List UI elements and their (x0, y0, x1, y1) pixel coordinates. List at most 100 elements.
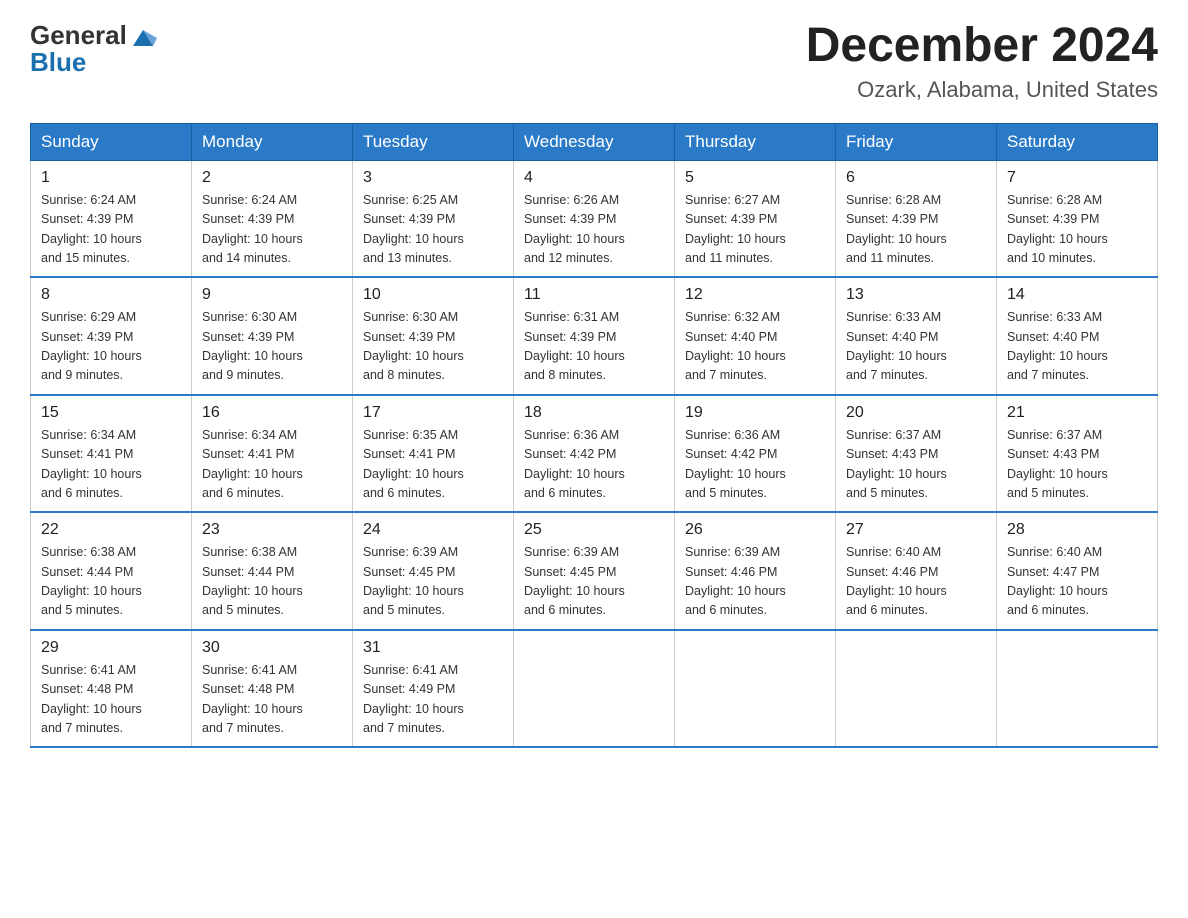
table-row: 4 Sunrise: 6:26 AMSunset: 4:39 PMDaylight… (514, 160, 675, 277)
day-number: 19 (685, 404, 825, 422)
day-info: Sunrise: 6:34 AMSunset: 4:41 PMDaylight:… (41, 428, 142, 500)
header-monday: Monday (192, 123, 353, 160)
table-row: 31 Sunrise: 6:41 AMSunset: 4:49 PMDayligh… (353, 630, 514, 748)
table-row: 14Sunrise: 6:33 AMSunset: 4:40 PMDayligh… (997, 277, 1158, 395)
day-info: Sunrise: 6:26 AMSunset: 4:39 PMDaylight:… (524, 193, 625, 265)
table-row: 12 Sunrise: 6:32 AMSunset: 4:40 PMDayligh… (675, 277, 836, 395)
table-row: 29 Sunrise: 6:41 AMSunset: 4:48 PMDayligh… (31, 630, 192, 748)
day-info: Sunrise: 6:35 AMSunset: 4:41 PMDaylight:… (363, 428, 464, 500)
day-number: 14 (1007, 286, 1147, 304)
table-row: 5 Sunrise: 6:27 AMSunset: 4:39 PMDaylight… (675, 160, 836, 277)
calendar-week-row: 1Sunrise: 6:24 AMSunset: 4:39 PMDaylight… (31, 160, 1158, 277)
table-row: 19 Sunrise: 6:36 AMSunset: 4:42 PMDayligh… (675, 395, 836, 513)
day-number: 25 (524, 521, 664, 539)
day-info: Sunrise: 6:24 AMSunset: 4:39 PMDaylight:… (41, 193, 142, 265)
calendar-week-row: 15 Sunrise: 6:34 AMSunset: 4:41 PMDayligh… (31, 395, 1158, 513)
day-info: Sunrise: 6:27 AMSunset: 4:39 PMDaylight:… (685, 193, 786, 265)
table-row: 7 Sunrise: 6:28 AMSunset: 4:39 PMDaylight… (997, 160, 1158, 277)
day-info: Sunrise: 6:28 AMSunset: 4:39 PMDaylight:… (1007, 193, 1108, 265)
table-row: 6Sunrise: 6:28 AMSunset: 4:39 PMDaylight… (836, 160, 997, 277)
day-number: 24 (363, 521, 503, 539)
day-info: Sunrise: 6:36 AMSunset: 4:42 PMDaylight:… (685, 428, 786, 500)
day-number: 8 (41, 286, 181, 304)
table-row (514, 630, 675, 748)
day-number: 23 (202, 521, 342, 539)
calendar-week-row: 29 Sunrise: 6:41 AMSunset: 4:48 PMDayligh… (31, 630, 1158, 748)
calendar-table: Sunday Monday Tuesday Wednesday Thursday… (30, 123, 1158, 749)
day-number: 7 (1007, 169, 1147, 187)
table-row: 26Sunrise: 6:39 AMSunset: 4:46 PMDayligh… (675, 512, 836, 630)
table-row: 27 Sunrise: 6:40 AMSunset: 4:46 PMDayligh… (836, 512, 997, 630)
table-row: 9Sunrise: 6:30 AMSunset: 4:39 PMDaylight… (192, 277, 353, 395)
day-number: 9 (202, 286, 342, 304)
day-info: Sunrise: 6:28 AMSunset: 4:39 PMDaylight:… (846, 193, 947, 265)
day-info: Sunrise: 6:39 AMSunset: 4:46 PMDaylight:… (685, 545, 786, 617)
table-row: 23 Sunrise: 6:38 AMSunset: 4:44 PMDayligh… (192, 512, 353, 630)
day-info: Sunrise: 6:38 AMSunset: 4:44 PMDaylight:… (41, 545, 142, 617)
table-row: 11 Sunrise: 6:31 AMSunset: 4:39 PMDayligh… (514, 277, 675, 395)
day-number: 2 (202, 169, 342, 187)
day-number: 18 (524, 404, 664, 422)
day-number: 31 (363, 639, 503, 657)
day-number: 10 (363, 286, 503, 304)
calendar-header-row: Sunday Monday Tuesday Wednesday Thursday… (31, 123, 1158, 160)
day-info: Sunrise: 6:33 AMSunset: 4:40 PMDaylight:… (846, 310, 947, 382)
table-row: 10Sunrise: 6:30 AMSunset: 4:39 PMDayligh… (353, 277, 514, 395)
table-row: 20Sunrise: 6:37 AMSunset: 4:43 PMDayligh… (836, 395, 997, 513)
day-info: Sunrise: 6:37 AMSunset: 4:43 PMDaylight:… (846, 428, 947, 500)
day-info: Sunrise: 6:39 AMSunset: 4:45 PMDaylight:… (524, 545, 625, 617)
day-number: 30 (202, 639, 342, 657)
day-number: 16 (202, 404, 342, 422)
table-row: 21 Sunrise: 6:37 AMSunset: 4:43 PMDayligh… (997, 395, 1158, 513)
logo-text-blue: Blue (30, 47, 157, 78)
table-row: 22 Sunrise: 6:38 AMSunset: 4:44 PMDayligh… (31, 512, 192, 630)
day-info: Sunrise: 6:41 AMSunset: 4:48 PMDaylight:… (202, 663, 303, 735)
table-row (997, 630, 1158, 748)
table-row: 16 Sunrise: 6:34 AMSunset: 4:41 PMDayligh… (192, 395, 353, 513)
day-info: Sunrise: 6:37 AMSunset: 4:43 PMDaylight:… (1007, 428, 1108, 500)
day-info: Sunrise: 6:32 AMSunset: 4:40 PMDaylight:… (685, 310, 786, 382)
day-number: 11 (524, 286, 664, 304)
calendar-week-row: 22 Sunrise: 6:38 AMSunset: 4:44 PMDayligh… (31, 512, 1158, 630)
day-number: 4 (524, 169, 664, 187)
table-row: 28 Sunrise: 6:40 AMSunset: 4:47 PMDayligh… (997, 512, 1158, 630)
day-info: Sunrise: 6:38 AMSunset: 4:44 PMDaylight:… (202, 545, 303, 617)
calendar-subtitle: Ozark, Alabama, United States (806, 77, 1158, 103)
page-header: General Blue December 2024 Ozark, Alabam… (30, 20, 1158, 103)
table-row: 17 Sunrise: 6:35 AMSunset: 4:41 PMDayligh… (353, 395, 514, 513)
day-number: 13 (846, 286, 986, 304)
day-info: Sunrise: 6:31 AMSunset: 4:39 PMDaylight:… (524, 310, 625, 382)
table-row: 3Sunrise: 6:25 AMSunset: 4:39 PMDaylight… (353, 160, 514, 277)
table-row (675, 630, 836, 748)
table-row: 2Sunrise: 6:24 AMSunset: 4:39 PMDaylight… (192, 160, 353, 277)
header-saturday: Saturday (997, 123, 1158, 160)
header-wednesday: Wednesday (514, 123, 675, 160)
table-row: 30 Sunrise: 6:41 AMSunset: 4:48 PMDayligh… (192, 630, 353, 748)
day-number: 27 (846, 521, 986, 539)
day-info: Sunrise: 6:25 AMSunset: 4:39 PMDaylight:… (363, 193, 464, 265)
day-number: 17 (363, 404, 503, 422)
day-number: 28 (1007, 521, 1147, 539)
day-info: Sunrise: 6:29 AMSunset: 4:39 PMDaylight:… (41, 310, 142, 382)
table-row: 18Sunrise: 6:36 AMSunset: 4:42 PMDayligh… (514, 395, 675, 513)
day-info: Sunrise: 6:41 AMSunset: 4:48 PMDaylight:… (41, 663, 142, 735)
calendar-title: December 2024 (806, 20, 1158, 73)
table-row: 25 Sunrise: 6:39 AMSunset: 4:45 PMDayligh… (514, 512, 675, 630)
day-number: 12 (685, 286, 825, 304)
header-thursday: Thursday (675, 123, 836, 160)
day-info: Sunrise: 6:40 AMSunset: 4:46 PMDaylight:… (846, 545, 947, 617)
day-number: 15 (41, 404, 181, 422)
table-row: 24 Sunrise: 6:39 AMSunset: 4:45 PMDayligh… (353, 512, 514, 630)
day-number: 5 (685, 169, 825, 187)
day-number: 22 (41, 521, 181, 539)
header-friday: Friday (836, 123, 997, 160)
day-info: Sunrise: 6:34 AMSunset: 4:41 PMDaylight:… (202, 428, 303, 500)
table-row (836, 630, 997, 748)
day-info: Sunrise: 6:40 AMSunset: 4:47 PMDaylight:… (1007, 545, 1108, 617)
logo-icon (129, 22, 157, 50)
day-info: Sunrise: 6:39 AMSunset: 4:45 PMDaylight:… (363, 545, 464, 617)
header-sunday: Sunday (31, 123, 192, 160)
day-info: Sunrise: 6:41 AMSunset: 4:49 PMDaylight:… (363, 663, 464, 735)
day-number: 21 (1007, 404, 1147, 422)
day-number: 29 (41, 639, 181, 657)
